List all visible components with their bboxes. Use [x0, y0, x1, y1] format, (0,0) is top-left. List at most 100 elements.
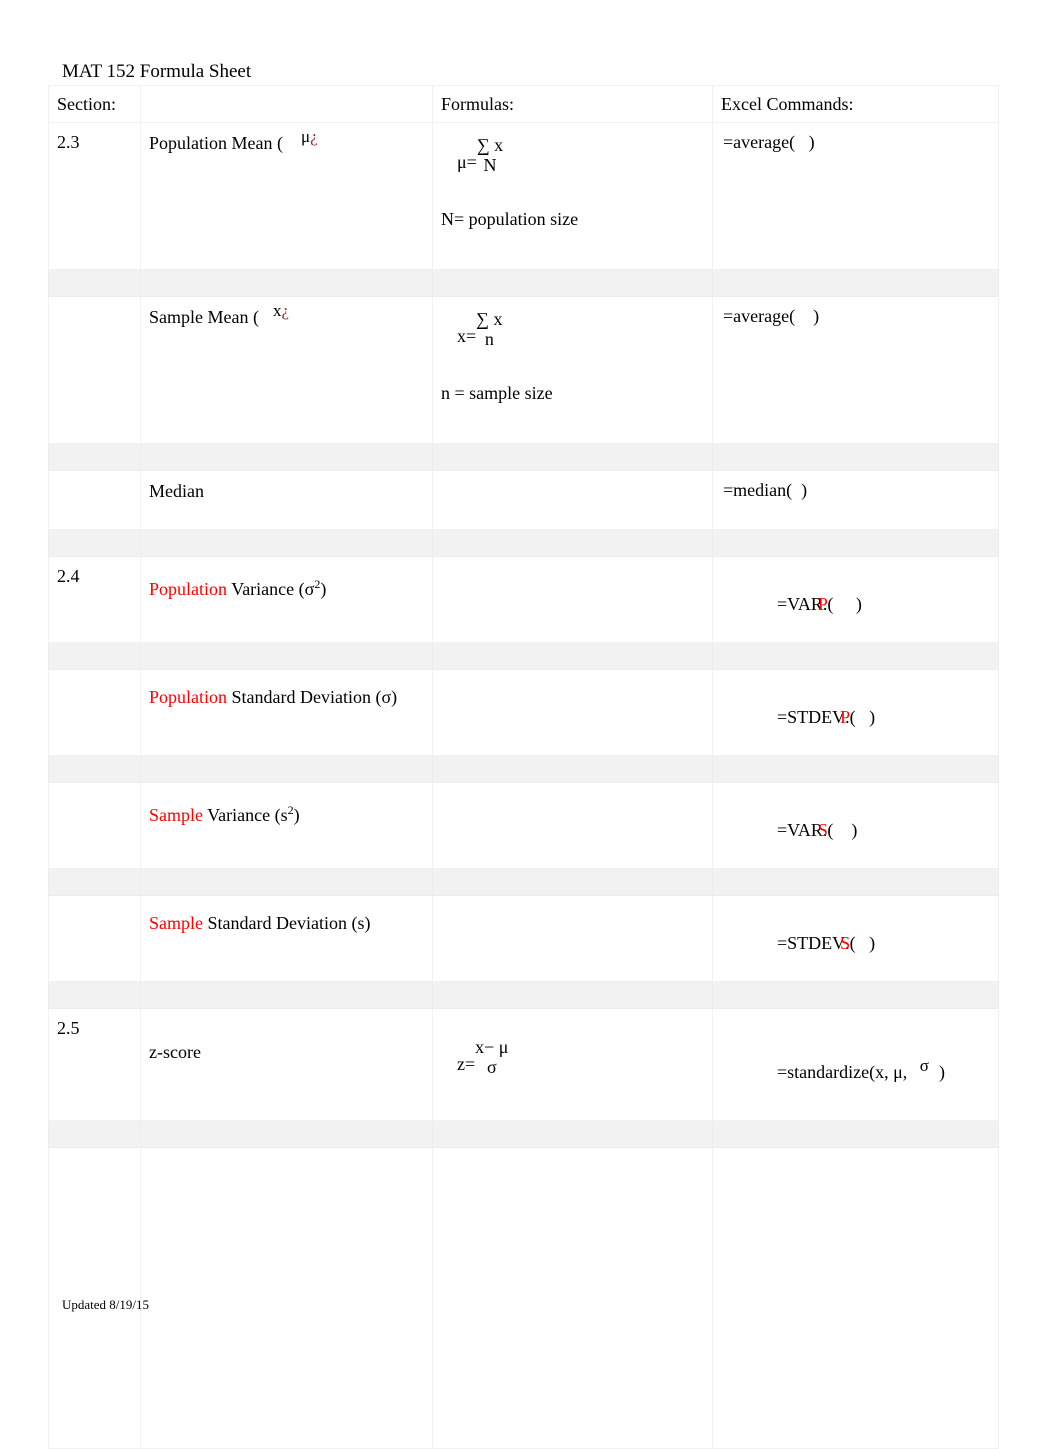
spacer-cell	[48, 642, 141, 670]
header-cell-section: Section:	[48, 85, 141, 123]
empty-cell	[140, 1147, 433, 1449]
formula-note: n = sample size	[441, 383, 553, 403]
excel-command-prefix: =standardize(x, μ,	[777, 1062, 912, 1082]
xbar-symbol-group: x¿	[273, 299, 289, 322]
row-name-cell: Population Variance (σ2)	[140, 556, 433, 643]
row-formula-cell	[432, 556, 713, 643]
formula-expression	[433, 670, 712, 685]
table-row: Sample Variance (s2) =VARS.( )	[48, 782, 999, 869]
spacer-cell	[712, 1120, 999, 1148]
row-name-cell: Median	[140, 470, 433, 530]
fraction-denominator: n	[484, 329, 494, 349]
spacer-cell	[432, 529, 713, 557]
footer-updated-text: Updated 8/19/15	[62, 1297, 150, 1312]
formula-name: Sample Mean (x¿	[141, 297, 432, 335]
spacer-cell	[712, 529, 999, 557]
spacer-cell	[140, 269, 433, 297]
formula-name: Median	[149, 481, 204, 501]
row-excel-cell: =VARP.( )	[712, 556, 999, 643]
excel-command: =VARP.( )	[777, 594, 862, 614]
spacer-cell	[432, 1120, 713, 1148]
fraction-numerator: ∑ x	[476, 135, 504, 155]
fraction: ∑ x N	[477, 135, 503, 175]
table-row: 2.3 Population Mean (μ¿ μ= ∑ x N N= popu…	[48, 122, 999, 270]
formula-table: Section: Formulas: Excel Commands: 2.3 P…	[48, 85, 999, 1449]
excel-command-suffix: )	[938, 1062, 945, 1082]
section-number	[49, 670, 140, 679]
spacer-cell	[432, 755, 713, 783]
spacer-cell	[48, 443, 141, 471]
empty-cell	[432, 1147, 713, 1449]
spacer-cell	[712, 642, 999, 670]
section-number	[49, 896, 140, 905]
header-excel-label: Excel Commands:	[721, 94, 854, 114]
table-row: Median =median( )	[48, 470, 999, 530]
scope-qualifier: Population	[149, 687, 228, 707]
row-formula-cell: μ= ∑ x N N= population size	[432, 122, 713, 270]
excel-command: =standardize(x, μ, σ)	[713, 1009, 998, 1110]
scope-qualifier: Sample	[149, 913, 203, 933]
formula-name-text: Variance (s	[203, 805, 288, 825]
fraction-numerator: x− μ	[475, 1037, 509, 1057]
equation-lhs: μ=	[457, 152, 477, 172]
spacer-cell	[140, 529, 433, 557]
formula-name: Sample Standard Deviation (s)	[141, 896, 432, 941]
excel-command-prefix: =VAR	[777, 594, 823, 614]
header-cell-name	[140, 85, 433, 123]
excel-command: =average( )	[723, 306, 820, 326]
spacer-cell	[432, 269, 713, 297]
spacer-cell	[712, 755, 999, 783]
spacer-cell	[48, 269, 141, 297]
table-row: 2.4 Population Variance (σ2) =VARP.( )	[48, 556, 999, 643]
formula-name: Population Standard Deviation (σ)	[141, 670, 432, 715]
row-excel-cell: =STDEVP.( )	[712, 669, 999, 756]
spacer-cell	[140, 642, 433, 670]
formula-name-text: Variance (σ	[227, 579, 315, 599]
formula-name: Population Variance (σ2)	[141, 557, 432, 607]
row-section-cell	[48, 895, 141, 982]
row-name-cell: Sample Standard Deviation (s)	[140, 895, 433, 982]
mu-symbol: μ	[300, 127, 311, 146]
spacer-cell	[140, 755, 433, 783]
spacer-cell	[140, 868, 433, 896]
formula-name-text: Population Mean (	[149, 133, 283, 153]
spacer-cell	[432, 868, 713, 896]
fraction-denominator: σ	[486, 1057, 497, 1077]
empty-cell	[712, 1147, 999, 1449]
formula-expression	[433, 557, 712, 572]
row-formula-cell	[432, 782, 713, 869]
formula-name: Sample Variance (s2)	[141, 783, 432, 833]
row-name-cell: Sample Mean (x¿	[140, 296, 433, 444]
spacer-row	[48, 1120, 999, 1148]
excel-command-prefix: =STDEV	[777, 707, 846, 727]
spacer-cell	[712, 868, 999, 896]
fraction-numerator: ∑ x	[476, 309, 503, 329]
spacer-cell	[48, 755, 141, 783]
equation-lhs: x=	[457, 326, 477, 346]
table-header-row: Section: Formulas: Excel Commands:	[48, 85, 999, 123]
row-formula-cell	[432, 669, 713, 756]
table-row-empty	[48, 1147, 999, 1449]
section-number: 2.5	[57, 1018, 80, 1038]
equation: x= ∑ x n	[457, 309, 704, 351]
formula-name-text: Standard Deviation (s)	[203, 913, 371, 933]
page-title: MAT 152 Formula Sheet	[62, 61, 252, 82]
spacer-cell	[140, 443, 433, 471]
header-cell-excel: Excel Commands:	[712, 85, 999, 123]
spacer-cell	[712, 443, 999, 471]
row-name-cell: Population Mean ( μ¿	[140, 122, 433, 270]
header-name-label	[141, 86, 432, 122]
row-section-cell	[48, 470, 141, 530]
header-formulas-label: Formulas:	[441, 94, 515, 114]
formula-expression: μ= ∑ x N	[433, 123, 712, 183]
row-excel-cell: =median( )	[712, 470, 999, 530]
spacer-row	[48, 868, 999, 896]
equation: z= x− μ σ	[457, 1037, 704, 1079]
section-number	[49, 471, 140, 480]
spacer-cell	[712, 981, 999, 1009]
spacer-cell	[432, 981, 713, 1009]
header-section-label: Section:	[57, 94, 116, 114]
mu-symbol-group: μ¿	[301, 125, 318, 148]
formula-expression: x= ∑ x n	[433, 297, 712, 357]
table-row: Sample Standard Deviation (s) =STDEVS.( …	[48, 895, 999, 982]
